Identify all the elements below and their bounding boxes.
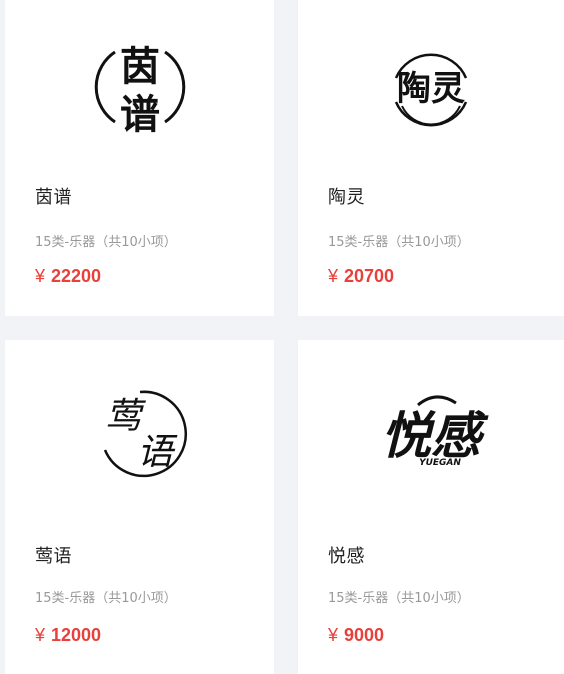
logo-char: 谱 <box>120 92 160 138</box>
product-card[interactable]: 悦感 YUEGAN 悦感 15类-乐器（共10小项） ¥9000 <box>298 340 564 674</box>
product-name: 茵谱 <box>35 187 72 208</box>
product-name: 陶灵 <box>328 187 365 208</box>
product-price: ¥9000 <box>328 625 384 646</box>
product-category: 15类-乐器（共10小项） <box>35 235 177 250</box>
product-price: ¥20700 <box>328 266 394 287</box>
yinpu-logo-icon: 茵 谱 <box>5 10 274 160</box>
product-card[interactable]: 莺 语 莺语 15类-乐器（共10小项） ¥12000 <box>5 340 274 674</box>
price-value: 9000 <box>344 625 385 645</box>
logo-char: 陶灵 <box>397 69 465 109</box>
logo-char: 语 <box>136 432 177 473</box>
product-name: 悦感 <box>328 546 365 567</box>
currency-symbol: ¥ <box>328 625 339 645</box>
product-name: 莺语 <box>35 546 72 567</box>
currency-symbol: ¥ <box>35 266 46 286</box>
product-card[interactable]: 陶灵 陶灵 15类-乐器（共10小项） ¥20700 <box>298 0 564 316</box>
yingyu-logo-icon: 莺 语 <box>5 355 274 515</box>
product-category: 15类-乐器（共10小项） <box>35 591 177 606</box>
logo-char: 茵 <box>120 44 160 90</box>
logo-char: 莺 <box>104 396 145 437</box>
product-card[interactable]: 茵 谱 茵谱 15类-乐器（共10小项） ¥22200 <box>5 0 274 316</box>
logo-char: 悦感 <box>381 407 489 465</box>
product-grid: 茵 谱 茵谱 15类-乐器（共10小项） ¥22200 陶灵 陶灵 15类-乐器… <box>0 0 564 674</box>
price-value: 20700 <box>344 266 395 286</box>
yuegan-logo-icon: 悦感 YUEGAN <box>298 355 564 515</box>
product-price: ¥22200 <box>35 266 101 287</box>
currency-symbol: ¥ <box>328 266 339 286</box>
product-category: 15类-乐器（共10小项） <box>328 235 470 250</box>
product-price: ¥12000 <box>35 625 101 646</box>
product-category: 15类-乐器（共10小项） <box>328 591 470 606</box>
logo-subtext: YUEGAN <box>419 458 461 468</box>
price-value: 12000 <box>51 625 102 645</box>
price-value: 22200 <box>51 266 102 286</box>
currency-symbol: ¥ <box>35 625 46 645</box>
taoling-logo-icon: 陶灵 <box>298 10 564 160</box>
